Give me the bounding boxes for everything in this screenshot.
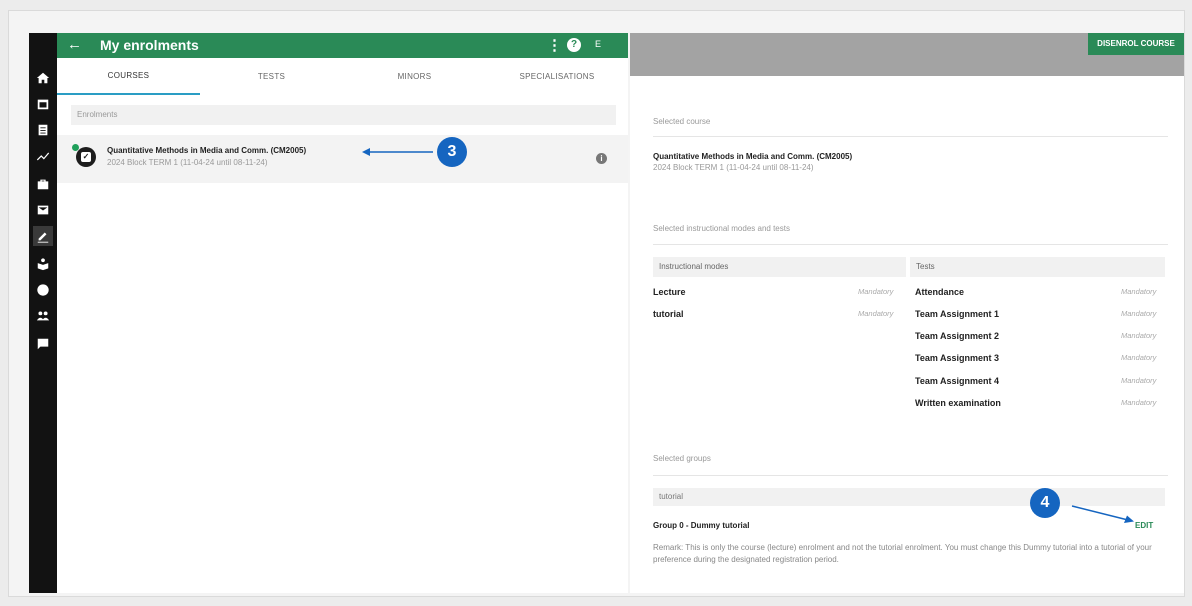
tab-specialisations[interactable]: SPECIALISATIONS: [486, 58, 628, 95]
more-vert-icon[interactable]: ⋮: [547, 36, 562, 54]
course-subtitle: 2024 Block TERM 1 (11-04-24 until 08-11-…: [107, 158, 268, 167]
group-name: Group 0 - Dummy tutorial: [653, 521, 750, 530]
test-name: Team Assignment 3: [915, 353, 1000, 363]
course-name: Quantitative Methods in Media and Comm. …: [107, 146, 307, 155]
edit-icon[interactable]: [33, 226, 53, 246]
divider: [653, 244, 1168, 245]
mode-row: tutorial Mandatory: [653, 309, 903, 325]
info-icon[interactable]: i: [596, 153, 607, 164]
callout-badge-3: 3: [437, 137, 467, 167]
arrow-left-icon[interactable]: ←: [67, 36, 82, 54]
selected-course-name: Quantitative Methods in Media and Comm. …: [653, 152, 853, 161]
learning-icon[interactable]: [33, 254, 53, 274]
divider: [653, 475, 1168, 476]
callout-arrow-3: [362, 148, 433, 156]
callout-arrow-4: [1071, 505, 1134, 523]
checkbox-icon: ✓: [76, 147, 96, 167]
test-row: Written examination Mandatory: [915, 398, 1165, 414]
list-item[interactable]: ✓ Quantitative Methods in Media and Comm…: [57, 135, 628, 183]
test-name: Team Assignment 4: [915, 376, 1000, 386]
user-initial[interactable]: E: [595, 39, 601, 49]
test-row: Team Assignment 2 Mandatory: [915, 331, 1165, 347]
enrolments-panel: ← My enrolments ⋮ ? E COURSES TESTS MINO…: [57, 33, 628, 593]
test-name: Team Assignment 2: [915, 331, 1000, 341]
test-name: Attendance: [915, 287, 965, 297]
briefcase-icon[interactable]: [33, 174, 53, 194]
test-requirement: Mandatory: [1121, 376, 1157, 385]
test-name: Team Assignment 1: [915, 309, 1000, 319]
modes-tests-label: Selected instructional modes and tests: [653, 224, 790, 233]
test-requirement: Mandatory: [1121, 309, 1157, 318]
app-bar: ← My enrolments ⋮ ? E: [57, 33, 628, 58]
divider: [653, 136, 1168, 137]
page-title: My enrolments: [100, 37, 199, 53]
test-row: Team Assignment 1 Mandatory: [915, 309, 1165, 325]
trend-icon[interactable]: [33, 146, 53, 166]
mail-icon[interactable]: [33, 200, 53, 220]
tab-courses[interactable]: COURSES: [57, 58, 200, 95]
test-name: Written examination: [915, 398, 1001, 408]
tab-minors[interactable]: MINORS: [343, 58, 486, 95]
calendar-icon[interactable]: [33, 94, 53, 114]
people-icon[interactable]: [33, 306, 53, 326]
list-icon[interactable]: [33, 120, 53, 140]
modes-header: Instructional modes: [653, 257, 906, 277]
feedback-icon[interactable]: [33, 334, 53, 354]
tab-bar: COURSES TESTS MINORS SPECIALISATIONS: [57, 58, 628, 95]
test-requirement: Mandatory: [1121, 353, 1157, 362]
mode-name: tutorial: [653, 309, 684, 319]
status-dot: [72, 144, 79, 151]
selected-groups-label: Selected groups: [653, 454, 711, 463]
test-requirement: Mandatory: [1121, 287, 1157, 296]
test-requirement: Mandatory: [1121, 331, 1157, 340]
test-row: Team Assignment 4 Mandatory: [915, 376, 1165, 392]
mode-name: Lecture: [653, 287, 686, 297]
selected-course-subtitle: 2024 Block TERM 1 (11-04-24 until 08-11-…: [653, 163, 814, 172]
test-row: Team Assignment 3 Mandatory: [915, 353, 1165, 369]
help-icon[interactable]: ?: [567, 38, 581, 52]
callout-badge-4: 4: [1030, 488, 1060, 518]
test-requirement: Mandatory: [1121, 398, 1157, 407]
group-remark: Remark: This is only the course (lecture…: [653, 543, 1152, 564]
home-icon[interactable]: [33, 68, 53, 88]
selected-course-label: Selected course: [653, 117, 711, 126]
mode-row: Lecture Mandatory: [653, 287, 903, 303]
test-row: Attendance Mandatory: [915, 287, 1165, 303]
disenrol-course-button[interactable]: DISENROL COURSE: [1088, 33, 1184, 55]
globe-icon[interactable]: [33, 280, 53, 300]
tests-header: Tests: [910, 257, 1165, 277]
enrolments-header: Enrolments: [71, 105, 616, 125]
tab-tests[interactable]: TESTS: [200, 58, 343, 95]
app-sidebar: [29, 33, 57, 593]
mode-requirement: Mandatory: [858, 287, 894, 296]
mode-requirement: Mandatory: [858, 309, 894, 318]
